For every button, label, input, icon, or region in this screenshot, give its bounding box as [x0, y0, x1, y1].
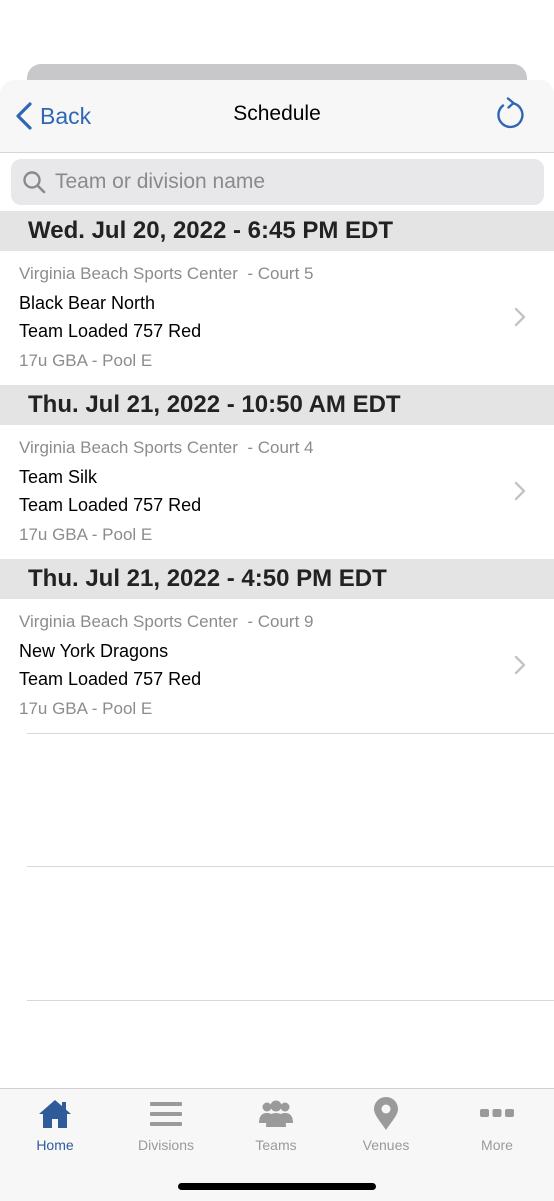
chevron-right-icon — [514, 307, 526, 327]
date-header: Wed. Jul 20, 2022 - 6:45 PM EDT — [0, 211, 554, 251]
away-team: Team Loaded 757 Red — [19, 321, 202, 341]
tab-label: Venues — [362, 1137, 410, 1153]
more-dots-icon — [480, 1109, 514, 1117]
tab-teams[interactable]: Teams — [221, 1097, 331, 1163]
tab-label: Teams — [255, 1137, 297, 1153]
row-divider — [27, 733, 554, 734]
venue-court: Virginia Beach Sports Center - Court 5 — [19, 264, 314, 283]
map-pin-icon — [374, 1097, 398, 1130]
home-team: Team Silk — [19, 467, 98, 487]
game-row[interactable]: Virginia Beach Sports Center - Court 4 T… — [0, 425, 554, 559]
people-icon — [259, 1100, 293, 1127]
date-header: Thu. Jul 21, 2022 - 10:50 AM EDT — [0, 385, 554, 425]
division-pool: 17u GBA - Pool E — [19, 525, 153, 544]
page-title: Schedule — [233, 102, 321, 125]
empty-row-divider — [27, 1000, 554, 1001]
refresh-icon[interactable] — [494, 96, 526, 132]
game-row[interactable]: Virginia Beach Sports Center - Court 9 N… — [0, 599, 554, 733]
status-bar — [0, 0, 554, 64]
home-team: Black Bear North — [19, 293, 156, 313]
tab-divisions[interactable]: Divisions — [111, 1097, 221, 1163]
list-icon — [150, 1102, 182, 1126]
game-row[interactable]: Virginia Beach Sports Center - Court 5 B… — [0, 251, 554, 385]
navigation-bar: Back Schedule — [0, 80, 554, 153]
tab-label: Divisions — [137, 1137, 194, 1153]
venue-court: Virginia Beach Sports Center - Court 4 — [19, 438, 314, 457]
tab-more[interactable]: More — [442, 1097, 552, 1163]
division-pool: 17u GBA - Pool E — [19, 351, 153, 370]
schedule-sheet: Back Schedule Wed. Jul 20, 2022 - 6:45 P… — [0, 80, 554, 1200]
search-bar — [0, 153, 554, 211]
search-input[interactable] — [53, 169, 517, 195]
venue-court: Virginia Beach Sports Center - Court 9 — [19, 612, 314, 631]
search-icon — [23, 171, 46, 194]
tab-label: Home — [36, 1137, 74, 1153]
chevron-right-icon — [514, 481, 526, 501]
empty-row-divider — [27, 866, 554, 867]
away-team: Team Loaded 757 Red — [19, 495, 202, 515]
home-icon — [39, 1100, 71, 1128]
away-team: Team Loaded 757 Red — [19, 669, 202, 689]
date-header: Thu. Jul 21, 2022 - 4:50 PM EDT — [0, 559, 554, 599]
tab-label: More — [481, 1137, 513, 1153]
home-indicator — [178, 1183, 376, 1190]
schedule-list: Wed. Jul 20, 2022 - 6:45 PM EDT Virginia… — [0, 211, 554, 734]
chevron-right-icon — [514, 655, 526, 675]
search-field[interactable] — [11, 159, 544, 205]
tab-home[interactable]: Home — [0, 1097, 110, 1163]
division-pool: 17u GBA - Pool E — [19, 699, 153, 718]
tab-venues[interactable]: Venues — [331, 1097, 441, 1163]
home-team: New York Dragons — [19, 641, 169, 661]
